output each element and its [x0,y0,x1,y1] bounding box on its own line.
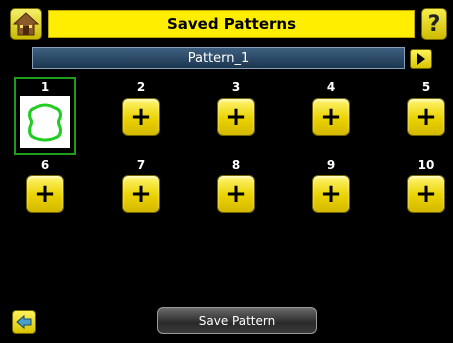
plus-icon: + [415,102,437,132]
arrow-right-icon [417,53,425,65]
pattern-slot-4[interactable]: + [312,98,350,136]
slot-number-10: 10 [417,158,435,172]
plus-icon: + [130,179,152,209]
plus-icon: + [34,179,56,209]
pattern-slot-5[interactable]: + [407,98,445,136]
slot-number-4: 4 [326,80,336,94]
pattern-name: Pattern_1 [187,50,250,66]
pattern-slot-7[interactable]: + [122,175,160,213]
pattern-slot-2[interactable]: + [122,98,160,136]
back-button[interactable] [12,310,36,334]
pattern-slot-8[interactable]: + [217,175,255,213]
plus-icon: + [130,102,152,132]
plus-icon: + [320,102,342,132]
slot-number-6: 6 [40,158,50,172]
slot-number-9: 9 [326,158,336,172]
pattern-shape-icon [28,103,62,142]
slot-number-1: 1 [40,80,50,94]
help-icon: ? [427,11,441,37]
plus-icon: + [225,102,247,132]
pattern-name-field[interactable]: Pattern_1 [32,47,405,69]
slot-number-3: 3 [231,80,241,94]
help-button[interactable]: ? [421,8,447,40]
home-icon [12,12,40,36]
pattern-slot-6[interactable]: + [26,175,64,213]
back-arrow-icon [16,314,32,330]
slot-number-2: 2 [136,80,146,94]
slot-number-5: 5 [421,80,431,94]
plus-icon: + [320,179,342,209]
slot-number-8: 8 [231,158,241,172]
home-button[interactable] [10,8,42,40]
next-pattern-button[interactable] [410,49,432,69]
save-pattern-label: Save Pattern [198,313,276,328]
pattern-slot-9[interactable]: + [312,175,350,213]
plus-icon: + [225,179,247,209]
plus-icon: + [415,179,437,209]
pattern-slot-10[interactable]: + [407,175,445,213]
save-pattern-button[interactable]: Save Pattern [157,307,317,334]
page-title-bar: Saved Patterns [48,10,415,38]
slot-number-7: 7 [136,158,146,172]
pattern-slot-1[interactable] [20,96,70,148]
pattern-slot-3[interactable]: + [217,98,255,136]
page-title: Saved Patterns [166,15,297,33]
